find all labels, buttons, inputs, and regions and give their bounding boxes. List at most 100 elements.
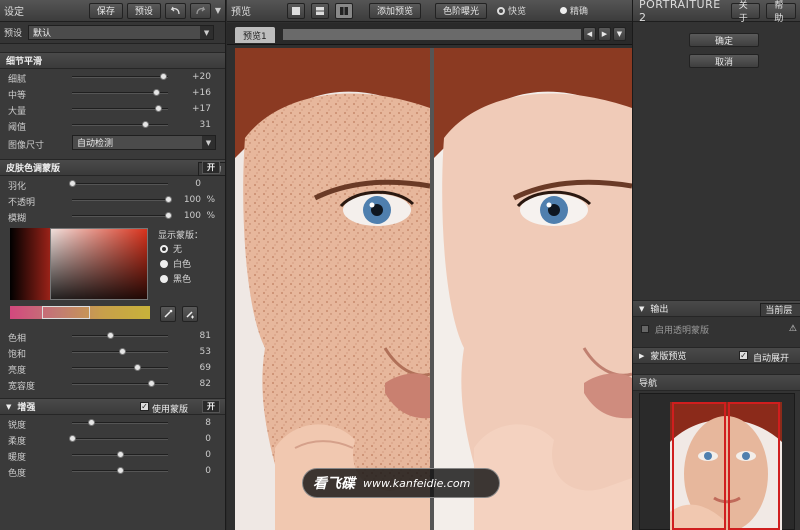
split-horizontal-icon: [316, 6, 324, 15]
scroll-left-button[interactable]: ◀: [583, 27, 596, 41]
slider-track[interactable]: [72, 199, 168, 201]
slider-row: 暖度 0: [0, 447, 225, 463]
fast-radio[interactable]: 快览: [497, 4, 526, 17]
slider-label: 宽容度: [8, 382, 36, 392]
hue-swatch[interactable]: [10, 228, 50, 300]
slider-track[interactable]: [72, 335, 168, 337]
detail-smoothing-sliders: 细腻 +20 中等 +16 大量 +17 阈值 31: [0, 69, 225, 133]
precise-radio[interactable]: 精确: [560, 4, 588, 17]
mask-option-radio[interactable]: 无: [160, 241, 191, 256]
slider-handle[interactable]: [118, 348, 126, 355]
slider-track[interactable]: [72, 215, 168, 217]
eyedropper-plus-button[interactable]: [182, 306, 198, 322]
split-horizontal-button[interactable]: [311, 2, 329, 19]
skin-mask-title: 皮肤色调蒙版: [6, 164, 61, 174]
slider-track[interactable]: [72, 76, 168, 78]
slider-track[interactable]: [72, 422, 168, 424]
fast-label: 快览: [508, 7, 527, 17]
slider-handle[interactable]: [117, 467, 124, 474]
enhance-toggle[interactable]: 开: [202, 400, 220, 413]
slider-handle[interactable]: [147, 380, 155, 387]
skin-mask-toggle[interactable]: 开: [202, 161, 220, 174]
transparency-label: 启用透明蒙版: [655, 325, 710, 336]
after-preview-image[interactable]: [434, 48, 632, 530]
slider-value: 0: [195, 179, 201, 189]
cancel-button[interactable]: 取消: [689, 54, 759, 68]
add-preview-button[interactable]: 添加预览: [369, 2, 422, 19]
clip-button[interactable]: 色阶曝光: [435, 2, 488, 19]
freckled-face-image: [235, 48, 430, 530]
slider-handle[interactable]: [141, 121, 149, 128]
skin-mask-header[interactable]: 皮肤色调蒙版 自动 ▾ 开: [0, 159, 225, 176]
mask-preview-header[interactable]: ▶ 蒙版预览 ✓ 自动展开: [633, 347, 800, 364]
radio-selected-icon: [560, 7, 568, 14]
view-rect-right[interactable]: [728, 402, 780, 530]
single-view-button[interactable]: [287, 2, 305, 19]
slider-handle[interactable]: [69, 180, 76, 187]
collapse-arrow-icon: ▼: [639, 304, 645, 313]
split-vertical-button[interactable]: [335, 2, 353, 19]
slider-handle[interactable]: [155, 105, 163, 112]
output-select[interactable]: 当前层 ▾: [760, 302, 800, 317]
site-watermark: 看飞碟 www.kanfeidie.com: [302, 468, 500, 498]
mask-option-radio[interactable]: 白色: [160, 256, 191, 271]
navigator-panel: [639, 393, 795, 530]
slider-handle[interactable]: [117, 451, 124, 458]
slider-track[interactable]: [72, 108, 168, 110]
slider-handle[interactable]: [107, 332, 115, 339]
output-header[interactable]: ▼ 输出 当前层 ▾: [633, 300, 800, 317]
mask-option-label: 黑色: [173, 275, 192, 285]
warning-icon: ⚠: [788, 324, 797, 334]
eyedropper-icon: [164, 309, 173, 318]
eyedropper-button[interactable]: [160, 306, 176, 322]
preset-button[interactable]: 预设: [126, 2, 161, 19]
navigator-thumbnail[interactable]: [670, 402, 782, 530]
slider-track[interactable]: [72, 124, 168, 126]
show-mask-label: 显示蒙版：: [158, 231, 204, 241]
enhance-header[interactable]: ▼ 增强 ✓ 使用蒙版 开: [0, 398, 225, 415]
redo-button[interactable]: [189, 2, 211, 19]
detail-smoothing-header[interactable]: 细节平滑: [0, 52, 225, 69]
use-mask-label: 使用蒙版: [152, 405, 189, 415]
image-size-row: 图像尺寸 自动检测 ▼: [0, 133, 225, 153]
color-range-marker[interactable]: [42, 306, 90, 319]
save-button[interactable]: 保存: [88, 2, 123, 19]
help-button[interactable]: 帮助: [766, 1, 796, 24]
undo-icon: [170, 6, 180, 15]
slider-handle[interactable]: [153, 89, 161, 96]
undo-button[interactable]: [164, 2, 186, 19]
slider-value: 82: [199, 379, 211, 389]
slider-label: 色相: [8, 334, 27, 344]
scroll-right-button[interactable]: ▶: [598, 27, 611, 41]
tab-preview-1[interactable]: 预览1: [235, 27, 275, 43]
skin-mask-sliders: 羽化 0 不透明 100% 模糊 100%: [0, 176, 225, 224]
panel-menu-icon[interactable]: ▼: [215, 6, 221, 15]
redo-icon: [196, 6, 206, 15]
before-preview-image[interactable]: [235, 48, 430, 530]
use-mask-checkbox[interactable]: ✓: [140, 402, 149, 411]
color-field[interactable]: [50, 228, 148, 300]
slider-handle[interactable]: [134, 364, 142, 371]
slider-handle[interactable]: [160, 73, 168, 80]
slider-track[interactable]: [72, 438, 168, 440]
mask-option-radio[interactable]: 黑色: [160, 271, 191, 286]
slider-label: 阈值: [8, 123, 27, 133]
slider-track[interactable]: [72, 367, 168, 369]
ok-button[interactable]: 确定: [689, 33, 759, 47]
image-size-select[interactable]: 自动检测 ▼: [72, 135, 216, 150]
about-button[interactable]: 关于: [730, 1, 761, 24]
app-toolbar: PORTRAITURE 2 关于 帮助: [633, 0, 800, 24]
slider-track[interactable]: [72, 183, 168, 185]
tab-menu-button[interactable]: ▼: [613, 27, 626, 41]
slider-handle[interactable]: [69, 435, 76, 442]
auto-expand-checkbox[interactable]: ✓: [739, 351, 748, 360]
transparency-checkbox[interactable]: [641, 325, 649, 333]
preset-select[interactable]: 默认 ▼: [28, 25, 215, 40]
image-size-label: 图像尺寸: [8, 141, 45, 151]
slider-handle[interactable]: [88, 419, 96, 426]
view-rect-left[interactable]: [672, 402, 726, 530]
slider-row: 色度 0: [0, 463, 225, 479]
navigator-header[interactable]: 导航: [633, 374, 800, 391]
slider-row: 不透明 100%: [0, 192, 225, 208]
auto-expand-label: 自动展开: [753, 354, 790, 364]
